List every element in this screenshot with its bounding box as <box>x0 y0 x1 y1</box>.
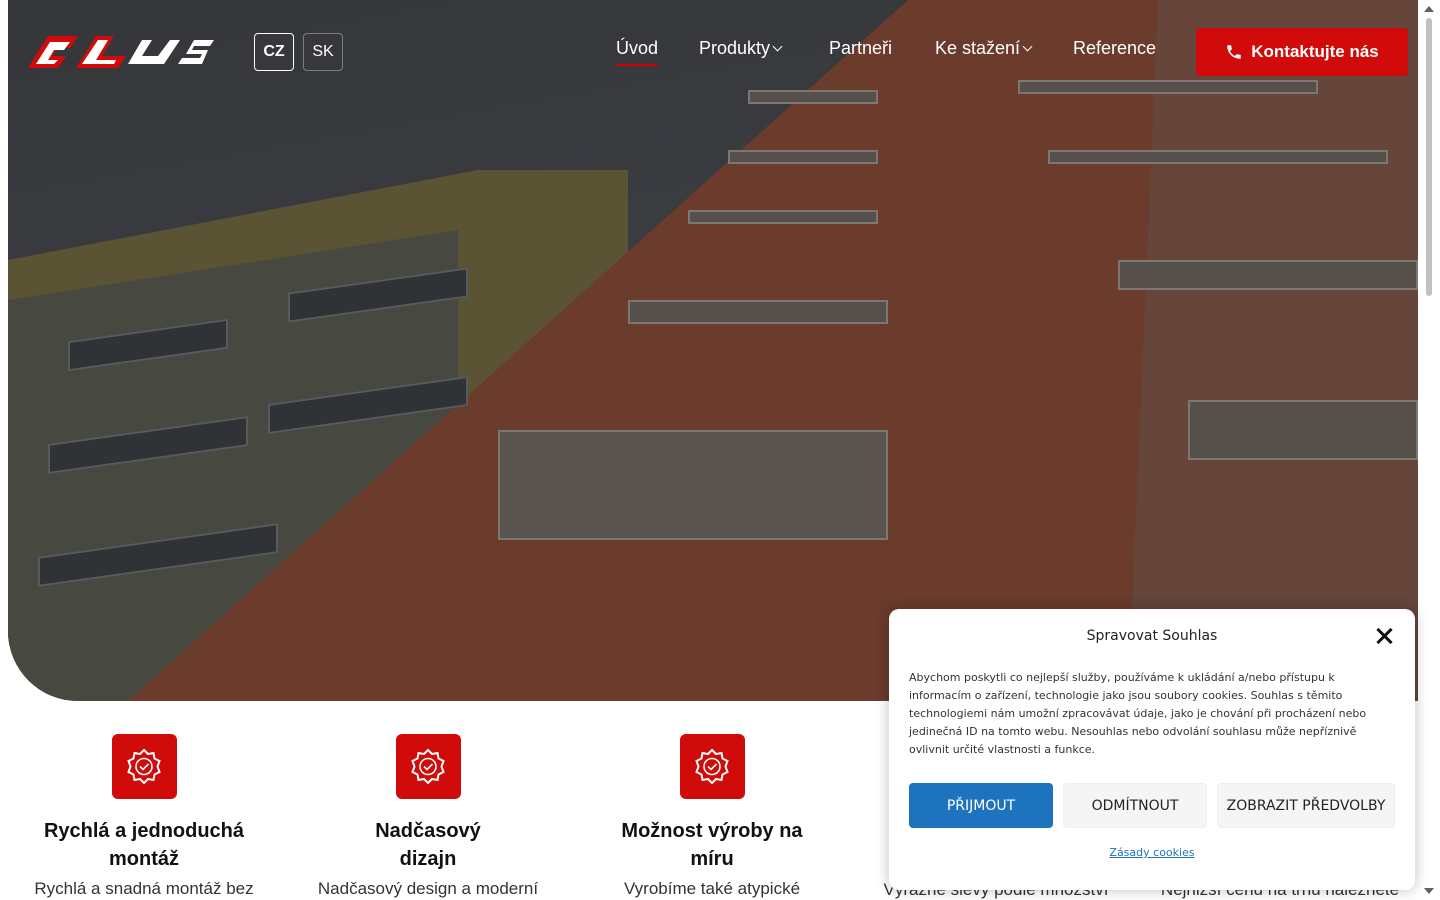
lang-sk[interactable]: SK <box>303 33 343 71</box>
chevron-down-icon <box>1022 41 1033 52</box>
hero-balcony <box>688 210 878 224</box>
feature-card: Nadčasový dizajn Nadčasový design a moder… <box>298 734 558 899</box>
hero-window-right <box>1048 150 1388 164</box>
cookie-deny-button[interactable]: ODMÍTNOUT <box>1063 783 1207 828</box>
hero-image <box>8 0 1418 701</box>
lang-cz[interactable]: CZ <box>254 33 294 71</box>
feature-desc: Nadčasový design a moderní <box>317 879 539 898</box>
badge-check-icon <box>679 734 745 799</box>
nav-ke-stazeni-label: Ke stažení <box>935 38 1021 58</box>
hero-balcony <box>498 430 888 540</box>
hero-window-right <box>1118 260 1418 290</box>
feature-title-line2: dizajn <box>399 848 457 870</box>
contact-button-label: Kontaktujte nás <box>1251 42 1379 61</box>
contact-button[interactable]: Kontaktujte nás <box>1196 28 1408 76</box>
nav-ke-stazeni[interactable]: Ke stažení <box>935 38 1033 59</box>
cookie-preferences-button[interactable]: ZOBRAZIT PŘEDVOLBY <box>1217 783 1395 828</box>
feature-desc: Vyrobíme také atypické <box>623 879 801 898</box>
scroll-up-arrow[interactable] <box>1424 6 1434 12</box>
scroll-thumb[interactable] <box>1426 18 1432 296</box>
nav-partneri-label: Partneři <box>829 38 893 58</box>
badge-check-svg <box>127 748 161 784</box>
feature-title-line1: Možnost výroby na <box>621 820 803 842</box>
logo-graphic <box>28 36 214 68</box>
cookie-policy-link[interactable]: Zásady cookies <box>889 846 1415 859</box>
cookie-title: Spravovat Souhlas <box>1086 628 1218 644</box>
nav-produkty-label: Produkty <box>699 38 771 58</box>
badge-check-svg <box>411 748 445 784</box>
cookie-consent-dialog: Spravovat Souhlas Abychom poskytli co ne… <box>889 609 1415 890</box>
feature-card: Rychlá a jednoduchá montáž Rychlá a snadn… <box>14 734 274 899</box>
scroll-down-arrow[interactable] <box>1424 888 1434 894</box>
feature-card: Možnost výroby na míru Vyrobíme také atyp… <box>582 734 842 899</box>
feature-title-line2: montáž <box>109 848 179 870</box>
feature-title: Rychlá a jednoduchá montáž <box>14 817 274 873</box>
nav-partneri[interactable]: Partneři <box>829 38 892 59</box>
hero-balcony <box>628 300 888 324</box>
alus-logo[interactable] <box>18 34 214 70</box>
chevron-down-icon <box>772 41 783 52</box>
nav-reference-label: Reference <box>1073 38 1157 58</box>
feature-title: Nadčasový dizajn <box>298 817 558 873</box>
feature-title: Možnost výroby na míru <box>582 817 842 873</box>
close-icon[interactable] <box>1375 627 1393 645</box>
feature-title-line1: Nadčasový <box>375 820 481 842</box>
cookie-text: Abychom poskytli co nejlepší služby, pou… <box>909 671 1367 756</box>
feature-title-line2: míru <box>690 848 734 870</box>
site-header: CZ SK Úvod Produkty Partneři Ke stažení … <box>0 0 1440 100</box>
nav-reference[interactable]: Reference <box>1073 38 1156 59</box>
badge-check-icon <box>395 734 461 799</box>
feature-desc: Rychlá a snadná montáž bez <box>34 879 254 898</box>
badge-check-icon <box>111 734 177 799</box>
phone-icon <box>1227 45 1241 59</box>
hero-window-right <box>1188 400 1418 460</box>
nav-uvod[interactable]: Úvod <box>616 38 659 66</box>
cookie-accept-button[interactable]: PŘIJMOUT <box>909 783 1053 828</box>
page-scrollbar[interactable] <box>1418 0 1440 900</box>
feature-title-line1: Rychlá a jednoduchá <box>43 820 245 842</box>
nav-produkty[interactable]: Produkty <box>699 38 783 59</box>
badge-check-svg <box>695 748 729 784</box>
hero-balcony <box>728 150 878 164</box>
nav-uvod-label: Úvod <box>616 38 659 58</box>
